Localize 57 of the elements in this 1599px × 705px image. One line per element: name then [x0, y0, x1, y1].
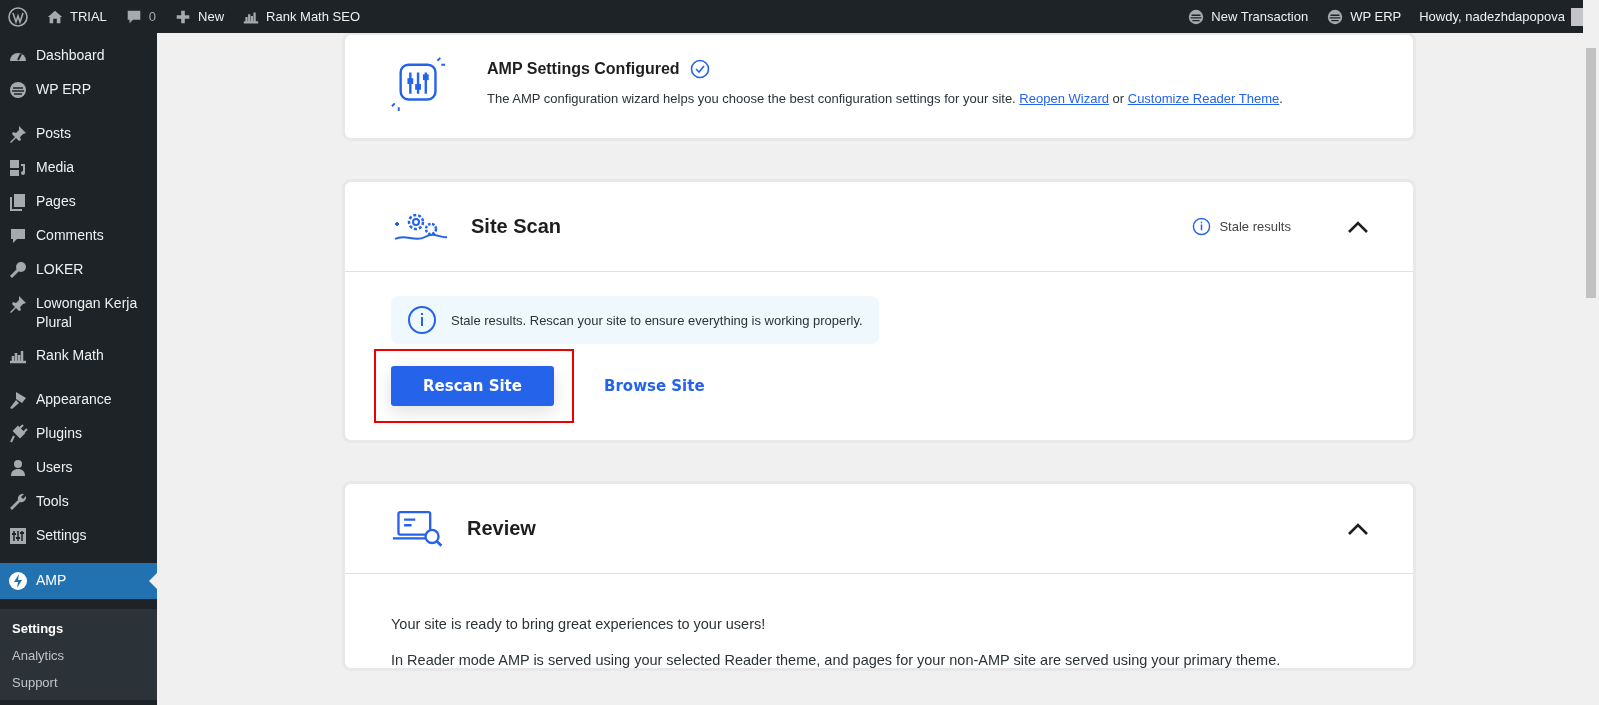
toolbar-link[interactable]: 0: [148, 9, 157, 24]
user-greeting-link[interactable]: Howdy, nadezhdapopova: [1419, 9, 1565, 24]
toolbar-link[interactable]: New: [198, 9, 225, 24]
section-title: Review: [467, 517, 537, 540]
submenu-item[interactable]: Analytics: [0, 642, 157, 669]
wordpress-logo-icon: [8, 6, 28, 27]
submenu-item[interactable]: Support: [0, 669, 157, 696]
toolbar-link[interactable]: WP ERP: [1350, 9, 1402, 24]
pushpin-icon: [8, 124, 28, 144]
review-paragraph: Your site is ready to bring great experiences to your users!: [391, 616, 767, 632]
key-icon: [8, 260, 28, 280]
toolbar-link[interactable]: TRIAL: [70, 9, 107, 24]
pages-icon: [8, 192, 28, 212]
rescan-button[interactable]: Rescan Site: [391, 366, 554, 406]
reopen-wizard-link[interactable]: Reopen Wizard: [1019, 91, 1109, 106]
toolbar-link[interactable]: New Transaction: [1211, 9, 1309, 24]
pushpin-icon: [8, 294, 28, 314]
menu-item[interactable]: Lowongan Kerja Plural: [0, 287, 157, 339]
menu-item[interactable]: LOKER: [0, 253, 157, 287]
menu-item[interactable]: Posts: [0, 117, 157, 151]
lightning-bolt-icon: [8, 571, 28, 591]
menu-item[interactable]: AMP: [0, 563, 157, 599]
section-title: Site Scan: [471, 215, 563, 238]
plug-icon: [8, 424, 28, 444]
info-icon: [407, 305, 437, 335]
menu-item[interactable]: Dashboard: [0, 39, 157, 73]
collapse-chevron-icon[interactable]: [1347, 521, 1369, 536]
globe-icon: [1187, 7, 1206, 26]
menu-item[interactable]: Plugins: [0, 417, 157, 451]
wrench-icon: [8, 492, 28, 512]
wizard-description: The AMP configuration wizard helps you choose the best configuration settings for your site. Reopen Wizard or Customize Reader Theme.: [487, 91, 1283, 106]
menu-item[interactable]: Users: [0, 451, 157, 485]
info-icon: [1192, 217, 1212, 236]
menu-item[interactable]: WP ERP: [0, 73, 157, 107]
notice-text: Stale results. Rescan your site to ensure everything is working properly.: [451, 312, 863, 328]
review-paragraph: In Reader mode AMP is served using your selected Reader theme, and pages for your non-AMP site are served using your primary theme.: [391, 652, 1282, 668]
paintbrush-icon: [8, 390, 28, 410]
speech-bubble-icon: [8, 226, 28, 246]
browse-link[interactable]: Browse Site: [604, 377, 705, 395]
submenu-item[interactable]: Settings: [0, 615, 157, 642]
menu-item[interactable]: Comments: [0, 219, 157, 253]
globe-icon: [8, 80, 28, 100]
globe-icon: [1326, 7, 1345, 26]
menu-item[interactable]: Tools: [0, 485, 157, 519]
menu-item[interactable]: Media: [0, 151, 157, 185]
card-title: AMP Settings Configured: [487, 60, 680, 78]
menu-item[interactable]: Settings: [0, 519, 157, 553]
sliders-icon: [8, 526, 28, 546]
check-circle-icon: [689, 59, 710, 79]
status-text: Stale results: [1219, 219, 1291, 234]
menu-item[interactable]: Rank Math: [0, 339, 157, 373]
collapse-chevron-icon[interactable]: [1347, 219, 1369, 234]
toolbar-link[interactable]: Rank Math SEO: [266, 9, 361, 24]
media-icon: [8, 158, 28, 178]
menu-item[interactable]: Appearance: [0, 383, 157, 417]
menu-item[interactable]: Pages: [0, 185, 157, 219]
person-icon: [8, 458, 28, 478]
